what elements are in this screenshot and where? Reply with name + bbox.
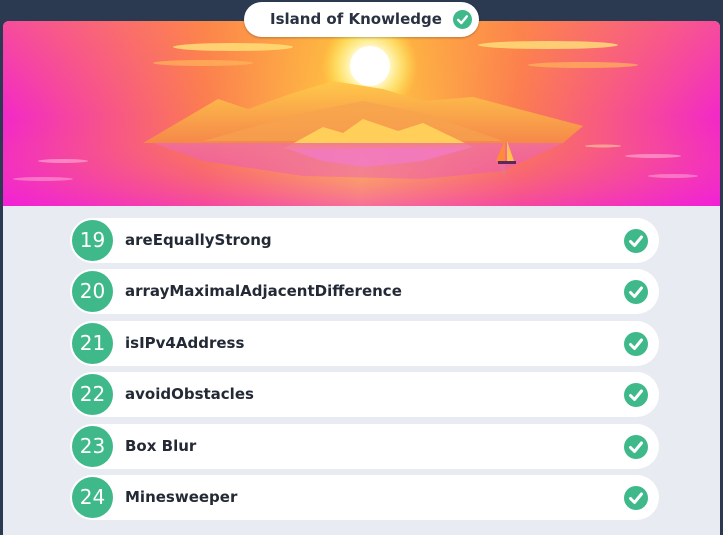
check-circle-icon	[624, 383, 648, 408]
task-number-badge: 21	[72, 322, 113, 364]
task-number-badge: 22	[72, 374, 113, 416]
task-name: Minesweeper	[125, 487, 238, 506]
island-panel: 19 areEquallyStrong 20 arrayMaximalAdjacent…	[3, 21, 720, 535]
task-number-badge: 20	[72, 271, 113, 313]
task-row[interactable]: 21 isIPv4Address	[70, 320, 659, 366]
task-row[interactable]: 24 Minesweeper	[70, 474, 659, 520]
task-row[interactable]: 20 arrayMaximalAdjacentDifference	[70, 269, 659, 315]
task-name: arrayMaximalAdjacentDifference	[125, 282, 402, 301]
check-circle-icon	[453, 10, 472, 29]
island-title: Island of Knowledge	[270, 10, 442, 28]
task-name: isIPv4Address	[125, 333, 245, 352]
task-row[interactable]: 22 avoidObstacles	[70, 372, 659, 418]
task-number-badge: 24	[72, 476, 113, 518]
task-number-badge: 23	[72, 425, 113, 467]
check-circle-icon	[624, 434, 648, 459]
task-row[interactable]: 23 Box Blur	[70, 423, 659, 469]
check-circle-icon	[624, 331, 648, 356]
island-banner-image	[3, 21, 720, 206]
check-circle-icon	[624, 280, 648, 305]
task-number-badge: 19	[72, 220, 113, 261]
task-name: Box Blur	[125, 436, 197, 455]
task-name: areEquallyStrong	[125, 231, 272, 249]
task-row[interactable]: 19 areEquallyStrong	[70, 218, 659, 263]
task-name: avoidObstacles	[125, 385, 254, 404]
check-circle-icon	[624, 229, 648, 253]
island-title-pill: Island of Knowledge	[244, 2, 479, 37]
task-list: 19 areEquallyStrong 20 arrayMaximalAdjacent…	[70, 218, 659, 526]
check-circle-icon	[624, 485, 648, 510]
